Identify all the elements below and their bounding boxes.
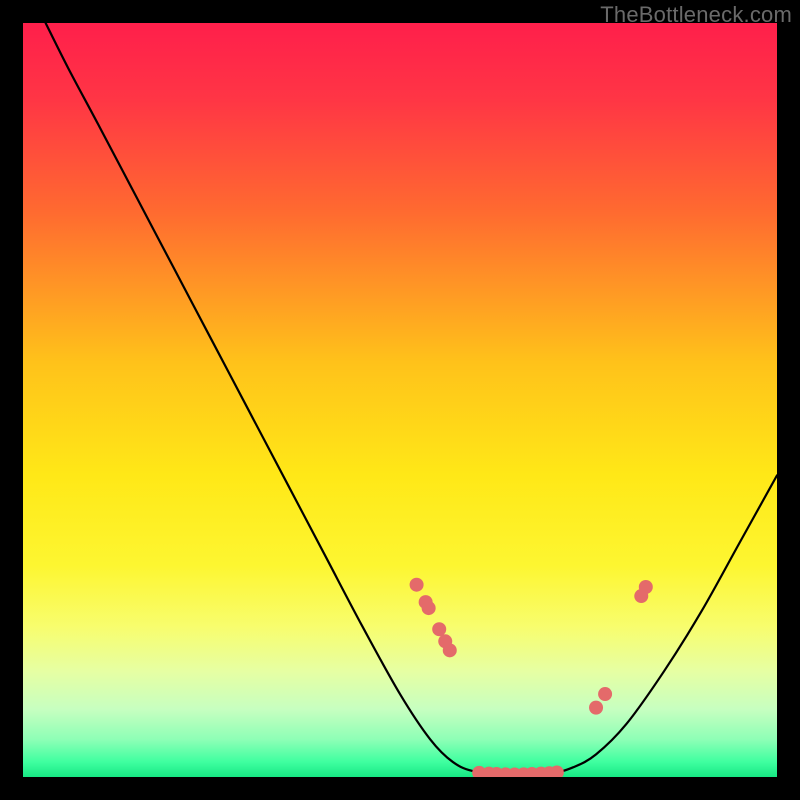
curve-marker xyxy=(432,622,446,636)
curve-marker xyxy=(410,578,424,592)
watermark-text: TheBottleneck.com xyxy=(600,2,792,28)
curve-marker xyxy=(639,580,653,594)
curve-marker xyxy=(422,601,436,615)
curve-marker xyxy=(598,687,612,701)
chart-background xyxy=(23,23,777,777)
bottleneck-chart xyxy=(23,23,777,777)
curve-marker xyxy=(443,643,457,657)
curve-marker xyxy=(589,701,603,715)
chart-frame: TheBottleneck.com xyxy=(0,0,800,800)
